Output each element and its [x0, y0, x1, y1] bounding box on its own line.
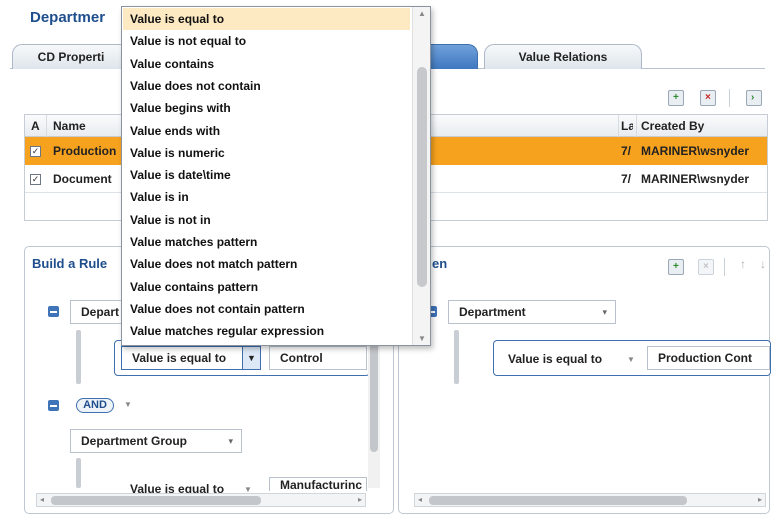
- scroll-left-icon[interactable]: ◂: [40, 495, 44, 504]
- tree-connector: [76, 458, 81, 488]
- dropdown-option[interactable]: Value is numeric: [123, 142, 410, 164]
- add-rule-icon[interactable]: +: [668, 259, 684, 275]
- tree-connector: [76, 330, 81, 384]
- tab-cd-properties[interactable]: CD Properti: [12, 44, 130, 69]
- scroll-thumb[interactable]: [51, 496, 261, 505]
- field-select-value: Department Group: [81, 434, 188, 448]
- toolbar-separator: [724, 258, 725, 276]
- scroll-right-icon[interactable]: ▸: [358, 495, 362, 504]
- row-created-by: MARINER\wsnyder: [641, 172, 750, 186]
- dropdown-scrollbar[interactable]: ▲ ▼: [412, 7, 430, 345]
- chevron-down-icon[interactable]: ▼: [627, 355, 635, 364]
- scroll-thumb[interactable]: [417, 67, 427, 287]
- column-header-active[interactable]: A: [31, 119, 43, 133]
- right-panel-hscroll[interactable]: ◂ ▸: [414, 493, 766, 507]
- column-header-name[interactable]: Name: [53, 119, 118, 133]
- dropdown-option[interactable]: Value is not equal to: [123, 30, 410, 52]
- dropdown-option[interactable]: Value ends with: [123, 120, 410, 142]
- remove-rule-icon[interactable]: ×: [698, 259, 714, 275]
- operator-dropdown-list[interactable]: Value is equal to Value is not equal to Va…: [121, 6, 431, 346]
- dropdown-option[interactable]: Value is equal to: [123, 8, 410, 30]
- scroll-left-icon[interactable]: ◂: [418, 495, 422, 504]
- collapse-icon[interactable]: [48, 306, 59, 317]
- field-select-value: Department: [459, 305, 526, 319]
- chevron-down-icon: ▾: [602, 307, 607, 317]
- dropdown-option[interactable]: Value is not in: [123, 209, 410, 231]
- rule-result-title: en: [432, 256, 448, 271]
- row-checkbox[interactable]: ✓: [30, 174, 41, 185]
- value-input-text: Control: [280, 351, 323, 365]
- dropdown-option[interactable]: Value contains pattern: [123, 276, 410, 298]
- operator-select[interactable]: Value is equal to: [121, 346, 261, 370]
- toolbar-separator: [729, 89, 730, 107]
- row-checkbox[interactable]: ✓: [30, 146, 41, 157]
- dropdown-option[interactable]: Value begins with: [123, 97, 410, 119]
- row-created-by: MARINER\wsnyder: [641, 144, 750, 158]
- add-row-icon[interactable]: +: [668, 90, 684, 106]
- row-last-modified: 7/: [621, 144, 632, 158]
- row-name: Production: [53, 144, 117, 158]
- move-down-icon[interactable]: ↓: [760, 257, 766, 271]
- dropdown-option[interactable]: Value does not contain: [123, 75, 410, 97]
- value-input-text: Manufacturinc: [280, 478, 363, 492]
- logic-operator-button[interactable]: AND: [76, 398, 114, 413]
- export-icon[interactable]: ›: [746, 90, 762, 106]
- tree-connector: [454, 330, 459, 384]
- field-select[interactable]: Department ▾: [448, 300, 616, 324]
- row-last-modified: 7/: [621, 172, 632, 186]
- collapse-icon[interactable]: [48, 400, 59, 411]
- dropdown-option[interactable]: Value contains: [123, 53, 410, 75]
- chevron-down-icon[interactable]: ▼: [124, 400, 132, 409]
- field-select[interactable]: Department Group ▾: [70, 429, 242, 453]
- value-input-text: Production Cont: [658, 351, 752, 365]
- column-header-created-by[interactable]: Created By: [641, 119, 761, 133]
- dropdown-option[interactable]: Value matches regular expression: [123, 320, 410, 342]
- dropdown-option[interactable]: Value does not contain pattern: [123, 298, 410, 320]
- chevron-down-icon[interactable]: ▼: [242, 347, 260, 369]
- delete-row-icon[interactable]: ×: [700, 90, 716, 106]
- scroll-thumb[interactable]: [429, 496, 687, 505]
- scroll-up-icon[interactable]: ▲: [418, 9, 426, 18]
- row-name: Document: [53, 172, 112, 186]
- value-input[interactable]: Production Cont: [647, 346, 770, 370]
- scroll-right-icon[interactable]: ▸: [758, 495, 762, 504]
- page-title: Departmer: [30, 9, 106, 26]
- dropdown-option[interactable]: Value does not match pattern: [123, 253, 410, 275]
- tab-value-relations[interactable]: Value Relations: [484, 44, 642, 69]
- move-up-icon[interactable]: ↑: [740, 257, 746, 271]
- scroll-down-icon[interactable]: ▼: [418, 334, 426, 343]
- dropdown-option[interactable]: Value is in: [123, 186, 410, 208]
- value-input[interactable]: Manufacturinc: [269, 477, 367, 492]
- column-header-last-modified[interactable]: La: [621, 119, 633, 133]
- build-rule-title: Build a Rule: [32, 256, 108, 271]
- value-input[interactable]: Control: [269, 346, 367, 370]
- chevron-down-icon: ▾: [228, 436, 233, 446]
- operator-select-value: Value is equal to: [132, 351, 227, 365]
- field-select-value: Depart: [81, 305, 120, 319]
- operator-label[interactable]: Value is equal to: [508, 352, 602, 366]
- dropdown-option[interactable]: Value is date\time: [123, 164, 410, 186]
- left-panel-hscroll[interactable]: ◂ ▸: [36, 493, 366, 507]
- dropdown-option[interactable]: Value matches pattern: [123, 231, 410, 253]
